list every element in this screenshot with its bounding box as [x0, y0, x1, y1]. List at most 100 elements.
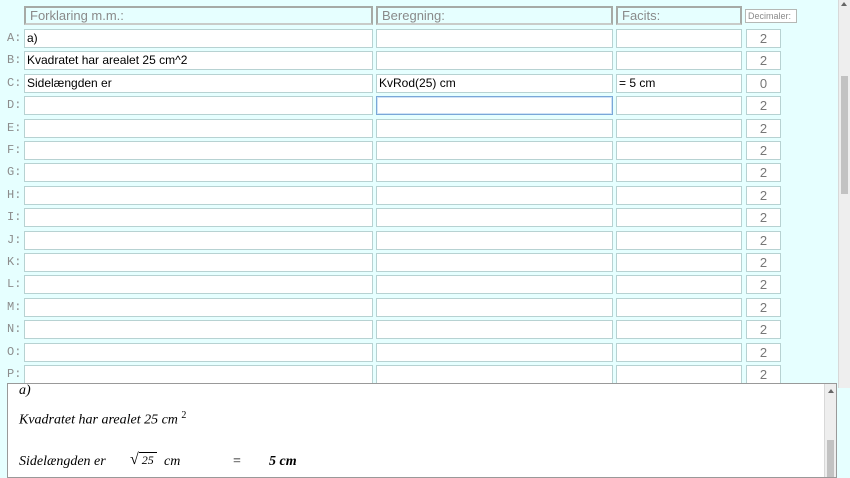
sqrt-symbol: √ 25 [130, 451, 157, 469]
preview-scrollbar[interactable] [824, 384, 836, 477]
decimals-field[interactable]: 2 [746, 51, 781, 71]
forklaring-input[interactable] [24, 320, 373, 340]
decimals-field[interactable]: 2 [746, 163, 781, 183]
row-label: E: [7, 120, 22, 135]
beregning-input[interactable] [376, 365, 613, 384]
facit-field[interactable] [616, 163, 742, 183]
scrollbar-thumb[interactable] [841, 76, 848, 194]
facit-field[interactable] [616, 365, 742, 384]
facit-field[interactable] [616, 342, 742, 362]
row-label: K: [7, 255, 22, 269]
header-decimaler: Decimaler: [745, 9, 797, 23]
decimals-field[interactable]: 2 [746, 96, 781, 116]
facit-field[interactable] [616, 253, 742, 272]
beregning-input[interactable] [376, 230, 613, 250]
row-label: J: [7, 232, 22, 247]
beregning-input[interactable] [376, 141, 613, 160]
forklaring-input[interactable] [24, 185, 373, 205]
row-label: A: [7, 31, 22, 45]
decimals-field[interactable]: 2 [746, 141, 781, 160]
facit-field[interactable] [616, 141, 742, 160]
row-label: M: [7, 299, 22, 314]
preview-side-text: Sidelængden er [19, 454, 106, 469]
decimals-field[interactable]: 2 [746, 297, 781, 317]
row-label: B: [7, 53, 22, 68]
beregning-input[interactable]: KvRod(25) cm [376, 73, 613, 93]
beregning-input[interactable] [376, 29, 613, 48]
decimals-field[interactable]: 2 [746, 29, 781, 48]
facit-field[interactable] [616, 230, 742, 250]
scrollbar-thumb[interactable] [827, 440, 834, 477]
forklaring-input[interactable] [24, 208, 373, 228]
facit-field[interactable] [616, 320, 742, 340]
forklaring-input[interactable]: a) [24, 29, 373, 48]
beregning-input[interactable] [376, 51, 613, 71]
decimals-field[interactable]: 2 [746, 208, 781, 228]
decimals-field[interactable]: 2 [746, 275, 781, 295]
decimals-field[interactable]: 2 [746, 253, 781, 272]
forklaring-input[interactable] [24, 342, 373, 362]
beregning-input[interactable] [376, 320, 613, 340]
preview-result: 5 cm [269, 454, 297, 469]
preview-line-a: a) [19, 383, 31, 398]
row-label: H: [7, 187, 22, 202]
row-label: G: [7, 165, 22, 180]
scroll-up-arrow-icon[interactable] [828, 389, 834, 393]
decimals-field[interactable]: 2 [746, 320, 781, 340]
forklaring-input[interactable]: Sidelængden er [24, 73, 373, 93]
decimals-field[interactable]: 0 [746, 73, 781, 93]
decimals-field[interactable]: 2 [746, 365, 781, 384]
beregning-input[interactable] [376, 342, 613, 362]
facit-field[interactable] [616, 96, 742, 116]
preview-equals: = [233, 454, 241, 469]
facit-field[interactable] [616, 275, 742, 295]
beregning-input[interactable] [376, 163, 613, 183]
forklaring-input[interactable] [24, 297, 373, 317]
beregning-input[interactable] [376, 253, 613, 272]
forklaring-input[interactable] [24, 275, 373, 295]
forklaring-input[interactable] [24, 141, 373, 160]
preview-area-exponent: 2 [181, 410, 187, 421]
row-label: O: [7, 344, 22, 359]
beregning-input[interactable] [376, 208, 613, 228]
preview-line-side: Sidelængden er √ 25 cm = 5 cm [19, 451, 319, 470]
header-facits: Facits: [616, 6, 742, 25]
forklaring-input[interactable] [24, 365, 373, 384]
grid-scrollbar[interactable] [838, 0, 850, 388]
row-label: I: [7, 210, 22, 225]
preview-panel: a) Kvadratet har arealet 25 cm 2 Sidelæn… [7, 383, 837, 478]
facit-field[interactable] [616, 118, 742, 138]
forklaring-input[interactable] [24, 96, 373, 116]
preview-area-text: Kvadratet har arealet 25 cm [19, 412, 178, 428]
beregning-input[interactable] [376, 96, 613, 116]
decimals-field[interactable]: 2 [746, 342, 781, 362]
forklaring-input[interactable] [24, 118, 373, 138]
beregning-input[interactable] [376, 185, 613, 205]
facit-field[interactable] [616, 29, 742, 48]
facit-field[interactable]: = 5 cm [616, 73, 742, 93]
sqrt-radicand: 25 [138, 452, 157, 467]
preview-line-area: Kvadratet har arealet 25 cm 2 [19, 410, 186, 429]
beregning-input[interactable] [376, 275, 613, 295]
row-label: P: [7, 367, 22, 381]
forklaring-input[interactable] [24, 163, 373, 183]
forklaring-input[interactable]: Kvadratet har arealet 25 cm^2 [24, 51, 373, 71]
facit-field[interactable] [616, 185, 742, 205]
row-label: N: [7, 322, 22, 337]
decimals-field[interactable]: 2 [746, 230, 781, 250]
header-forklaring: Forklaring m.m.: [24, 6, 373, 25]
beregning-input[interactable] [376, 118, 613, 138]
facit-field[interactable] [616, 51, 742, 71]
beregning-input[interactable] [376, 297, 613, 317]
decimals-field[interactable]: 2 [746, 185, 781, 205]
row-label: D: [7, 98, 22, 113]
forklaring-input[interactable] [24, 253, 373, 272]
forklaring-input[interactable] [24, 230, 373, 250]
header-beregning: Beregning: [376, 6, 613, 25]
scroll-up-arrow-icon[interactable] [841, 2, 847, 6]
facit-field[interactable] [616, 297, 742, 317]
decimals-field[interactable]: 2 [746, 118, 781, 138]
row-label: C: [7, 75, 22, 90]
preview-side-unit: cm [164, 454, 181, 469]
facit-field[interactable] [616, 208, 742, 228]
